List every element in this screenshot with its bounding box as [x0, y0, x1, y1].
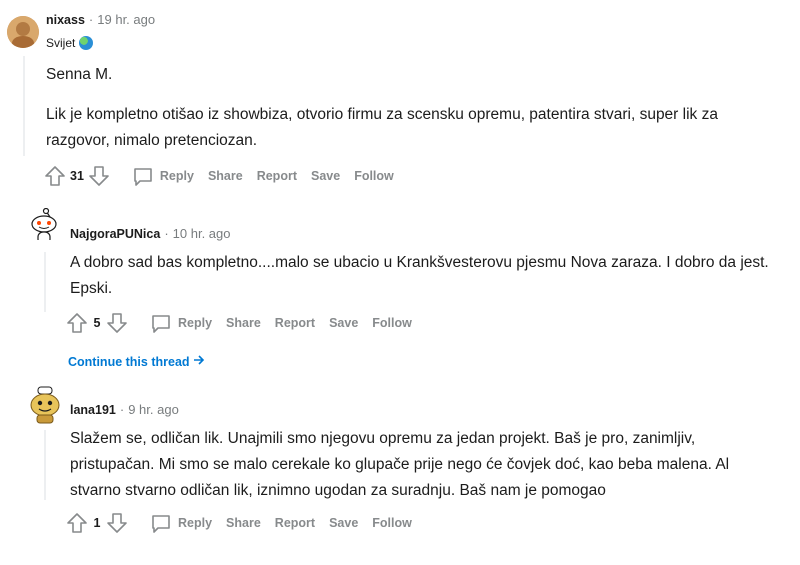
thread-line[interactable]	[44, 252, 46, 312]
downvote-icon[interactable]	[106, 512, 128, 534]
report-label: Report	[274, 316, 316, 330]
follow-button[interactable]: Follow	[354, 169, 394, 183]
reply-button[interactable]: Reply	[150, 512, 212, 534]
reply-label: Reply	[178, 516, 213, 530]
author-name[interactable]: lana191	[70, 403, 116, 417]
avatar[interactable]	[28, 386, 62, 424]
follow-label: Follow	[372, 516, 412, 530]
upvote-icon[interactable]	[66, 512, 88, 534]
downvote-icon[interactable]	[88, 165, 110, 187]
follow-label: Follow	[372, 316, 412, 330]
comment-paragraph: Senna M.	[46, 66, 113, 83]
timestamp[interactable]: 9 hr. ago	[128, 402, 179, 417]
comment-paragraph: Lik je kompletno otišao iz showbiza, otv…	[46, 106, 718, 149]
share-label: Share	[207, 169, 243, 183]
comment-icon	[150, 312, 172, 334]
follow-button[interactable]: Follow	[372, 316, 412, 330]
continue-thread-label: Continue this thread	[68, 354, 190, 369]
vote-count: 1	[93, 516, 101, 530]
vote-count: 31	[70, 169, 84, 183]
report-button[interactable]: Report	[275, 516, 315, 530]
report-button[interactable]: Report	[257, 169, 297, 183]
comment-actions: 5 Reply Share Report Save Follow	[66, 311, 412, 335]
continue-thread-link[interactable]: Continue this thread	[68, 354, 205, 369]
share-button[interactable]: Share	[208, 169, 243, 183]
globe-icon	[79, 36, 94, 50]
comment-paragraph: Slažem se, odličan lik. Unajmili smo nje…	[70, 430, 730, 499]
save-button[interactable]: Save	[311, 169, 340, 183]
comment-body: Senna M. Lik je kompletno otišao iz show…	[46, 62, 786, 154]
report-label: Report	[274, 516, 316, 530]
vote-group: 31	[44, 165, 110, 187]
user-flair: Svijet	[46, 36, 94, 50]
reply-label: Reply	[178, 316, 213, 330]
share-button[interactable]: Share	[226, 516, 261, 530]
timestamp[interactable]: 19 hr. ago	[97, 12, 155, 27]
comment-actions: 31 Reply Share Report Save Follow	[44, 164, 394, 188]
author-name[interactable]: nixass	[46, 13, 85, 27]
upvote-icon[interactable]	[66, 312, 88, 334]
save-label: Save	[329, 516, 359, 530]
timestamp[interactable]: 10 hr. ago	[173, 226, 231, 241]
vote-group: 5	[66, 312, 128, 334]
comment-meta: NajgoraPUNica · 10 hr. ago	[70, 226, 230, 241]
comment-body: A dobro sad bas kompletno....malo se uba…	[70, 250, 785, 302]
share-label: Share	[226, 316, 261, 330]
comment-icon	[132, 165, 154, 187]
save-label: Save	[329, 316, 359, 330]
reply-button[interactable]: Reply	[132, 165, 194, 187]
comment-body: Slažem se, odličan lik. Unajmili smo nje…	[70, 426, 770, 504]
avatar[interactable]	[7, 16, 39, 48]
comment-meta: nixass · 19 hr. ago	[46, 12, 155, 27]
author-name[interactable]: NajgoraPUNica	[70, 227, 160, 241]
vote-count: 5	[93, 316, 101, 330]
upvote-icon[interactable]	[44, 165, 66, 187]
downvote-icon[interactable]	[106, 312, 128, 334]
vote-group: 1	[66, 512, 128, 534]
comment-icon	[150, 512, 172, 534]
follow-button[interactable]: Follow	[372, 516, 412, 530]
avatar[interactable]	[28, 208, 60, 240]
report-button[interactable]: Report	[275, 316, 315, 330]
save-button[interactable]: Save	[329, 516, 358, 530]
arrow-right-icon	[193, 354, 205, 369]
separator: ·	[119, 402, 125, 417]
share-label: Share	[226, 516, 261, 530]
thread-line[interactable]	[23, 56, 25, 156]
save-label: Save	[310, 169, 341, 183]
flair-text: Svijet	[46, 36, 76, 50]
reply-label: Reply	[159, 169, 194, 183]
comment-paragraph: A dobro sad bas kompletno....malo se uba…	[70, 254, 769, 297]
separator: ·	[88, 12, 94, 27]
thread-line[interactable]	[44, 430, 46, 500]
report-label: Report	[256, 169, 297, 183]
separator: ·	[164, 226, 169, 241]
comment-meta: lana191 · 9 hr. ago	[70, 402, 179, 417]
comment-actions: 1 Reply Share Report Save Follow	[66, 511, 412, 535]
reply-button[interactable]: Reply	[150, 312, 212, 334]
save-button[interactable]: Save	[329, 316, 358, 330]
share-button[interactable]: Share	[226, 316, 261, 330]
follow-label: Follow	[354, 169, 394, 183]
